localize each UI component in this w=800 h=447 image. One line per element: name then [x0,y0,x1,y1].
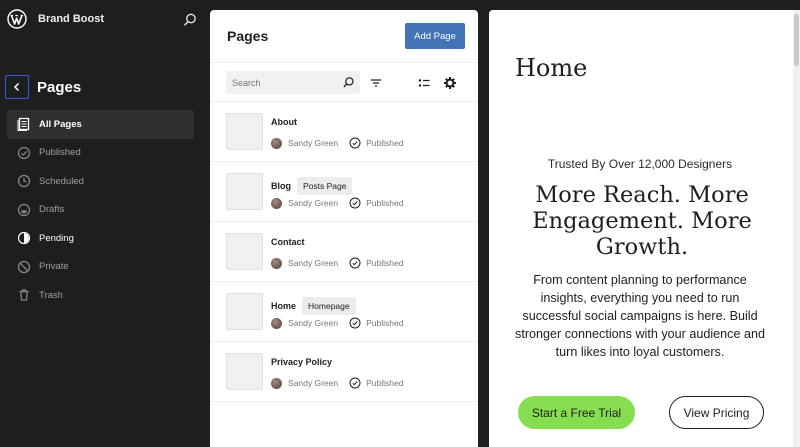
start-free-trial-button[interactable]: Start a Free Trial [518,396,635,429]
sidebar: Brand Boost Pages All Pages Published Sc… [0,0,206,447]
sidebar-header: Brand Boost [0,0,206,40]
page-list: About Sandy Green Published Blog Posts Pa… [210,102,478,402]
pending-icon [17,231,31,245]
preview-headline: More Reach. More Engagement. More Growth… [532,182,752,260]
avatar [271,257,282,269]
avatar [271,197,282,209]
list-item[interactable]: Blog Posts Page Sandy Green Published [210,162,478,222]
view-pricing-button[interactable]: View Pricing [669,396,764,429]
page-thumbnail[interactable] [226,353,263,390]
preview-scrollbar[interactable] [793,10,800,447]
sidebar-item-label: Private [39,261,69,273]
avatar [271,137,282,149]
settings-gear-icon[interactable] [443,76,457,90]
published-icon [349,137,361,149]
page-title-link[interactable]: Home [271,301,296,311]
filter-icon[interactable] [369,76,383,90]
scrollbar-thumb[interactable] [794,14,799,66]
sidebar-item-drafts[interactable]: Drafts [7,196,194,225]
search-field[interactable] [226,71,360,94]
list-item[interactable]: Home Homepage Sandy Green Published [210,282,478,342]
sidebar-item-scheduled[interactable]: Scheduled [7,167,194,196]
preview-body-text: From content planning to performance ins… [515,273,765,359]
status-badge: Homepage [302,297,356,315]
sidebar-nav: All Pages Published Scheduled Drafts Pen… [7,110,194,310]
sidebar-item-label: Drafts [39,204,65,216]
wordpress-logo-icon[interactable] [7,9,27,29]
trash-icon [17,288,31,302]
author-name: Sandy Green [288,378,339,388]
private-icon [17,260,31,274]
drafts-icon [17,203,31,217]
sidebar-heading: Pages [37,79,82,96]
author-name: Sandy Green [288,318,339,328]
sidebar-item-label: Trash [39,289,63,301]
sidebar-item-label: Scheduled [39,175,84,187]
page-title: Pages [227,28,269,44]
author-name: Sandy Green [288,258,339,268]
scheduled-icon [17,174,31,188]
preview-page-title: Home [515,54,588,82]
list-toolbar [210,62,478,102]
page-thumbnail[interactable] [226,233,263,270]
page-preview[interactable]: Home Trusted By Over 12,000 Designers Mo… [489,10,800,447]
page-title-link[interactable]: Privacy Policy [271,357,332,367]
list-item[interactable]: About Sandy Green Published [210,102,478,162]
sidebar-item-all-pages[interactable]: All Pages [7,110,194,139]
page-thumbnail[interactable] [226,113,263,150]
status-text: Published [366,258,404,268]
preview-tagline: Trusted By Over 12,000 Designers [547,157,733,171]
list-view-icon[interactable] [417,76,431,90]
published-icon [349,257,361,269]
sidebar-item-label: Published [39,147,81,159]
page-title-link[interactable]: About [271,117,297,127]
sidebar-item-published[interactable]: Published [7,139,194,168]
status-text: Published [366,198,404,208]
avatar [271,377,282,389]
sidebar-item-pending[interactable]: Pending [7,224,194,253]
chevron-left-icon [13,82,20,92]
avatar [271,317,282,329]
page-thumbnail[interactable] [226,173,263,210]
list-item[interactable]: Contact Sandy Green Published [210,222,478,282]
published-icon [349,317,361,329]
sidebar-item-label: All Pages [39,118,82,130]
sidebar-item-trash[interactable]: Trash [7,281,194,310]
search-icon [343,77,354,88]
search-input[interactable] [226,71,336,94]
page-title-link[interactable]: Contact [271,237,305,247]
sidebar-item-label: Pending [39,232,74,244]
status-text: Published [366,318,404,328]
page-thumbnail[interactable] [226,293,263,330]
status-text: Published [366,138,404,148]
page-title-link[interactable]: Blog [271,181,291,191]
published-icon [349,377,361,389]
author-name: Sandy Green [288,138,339,148]
add-page-button[interactable]: Add Page [405,23,465,49]
back-button[interactable] [5,75,29,99]
list-item[interactable]: Privacy Policy Sandy Green Published [210,342,478,402]
author-name: Sandy Green [288,198,339,208]
pages-panel: Pages Add Page About Sandy Gree [210,10,478,447]
sidebar-item-private[interactable]: Private [7,253,194,282]
published-icon [17,146,31,160]
pages-icon [17,117,31,132]
published-icon [349,197,361,209]
status-text: Published [366,378,404,388]
site-title[interactable]: Brand Boost [38,13,104,25]
search-icon[interactable] [182,12,198,28]
status-badge: Posts Page [297,177,353,195]
